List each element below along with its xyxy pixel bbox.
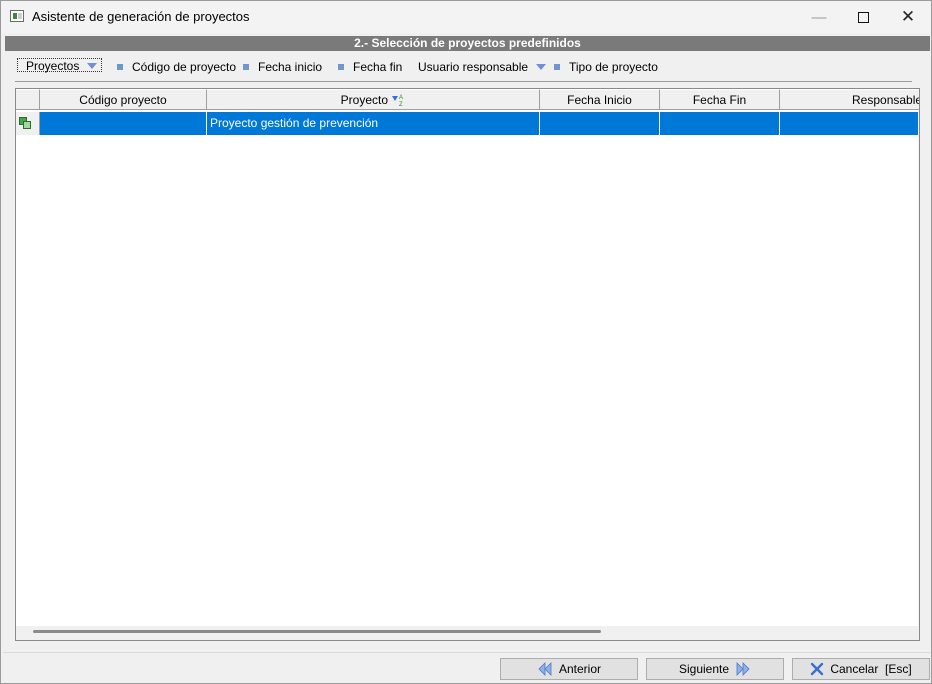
cell-fecha-fin[interactable]: [660, 112, 780, 135]
project-icon: [19, 117, 31, 129]
filter-proyectos-button[interactable]: Proyectos: [17, 58, 102, 73]
column-label: Fecha Fin: [692, 93, 747, 107]
row-indicator: [16, 112, 40, 135]
window-title: Asistente de generación de proyectos: [32, 9, 250, 24]
close-x-icon: [811, 662, 824, 676]
filter-label: Fecha fin: [353, 60, 403, 74]
cell-codigo[interactable]: [40, 112, 207, 135]
svg-text:Z: Z: [399, 102, 403, 107]
previous-button[interactable]: Anterior: [500, 658, 638, 680]
filter-label: Tipo de proyecto: [569, 60, 658, 74]
column-label: Responsable de: [852, 93, 920, 107]
table-row[interactable]: Proyecto gestión de prevención: [16, 112, 919, 135]
previous-label: Anterior: [558, 662, 602, 676]
filter-fecha-fin[interactable]: Fecha fin: [338, 59, 402, 75]
filter-label: Usuario responsable: [418, 60, 529, 74]
minimize-icon: —: [811, 8, 827, 26]
header-codigo-proyecto[interactable]: Código proyecto: [40, 89, 207, 110]
maximize-button[interactable]: [840, 1, 886, 33]
header-indicator: [16, 89, 40, 110]
projects-grid[interactable]: Código proyecto Proyecto A Z Fecha Inici…: [15, 88, 920, 641]
filter-proyectos-label: Proyectos: [26, 59, 80, 73]
svg-text:A: A: [399, 95, 403, 101]
cell-fecha-inicio[interactable]: [540, 112, 660, 135]
cell-proyecto[interactable]: Proyecto gestión de prevención: [207, 112, 540, 135]
column-label: Proyecto: [340, 93, 388, 107]
header-proyecto[interactable]: Proyecto A Z: [207, 89, 540, 110]
section-title: 2.- Selección de proyectos predefinidos: [5, 36, 930, 51]
double-chevron-left-icon: [538, 662, 552, 676]
header-fecha-inicio[interactable]: Fecha Inicio: [540, 89, 660, 110]
filter-bar: Proyectos Código de proyecto Fecha inici…: [5, 53, 930, 81]
double-chevron-right-icon: [736, 662, 750, 676]
sort-az-icon: A Z: [392, 95, 403, 108]
wizard-window: Asistente de generación de proyectos — ✕…: [0, 0, 932, 684]
grid-right-gutter: [918, 111, 919, 626]
bullet-icon: [243, 63, 249, 70]
divider: [15, 81, 912, 82]
chevron-down-icon: [87, 62, 98, 69]
app-icon: [10, 10, 24, 22]
maximize-icon: [857, 11, 869, 23]
close-button[interactable]: ✕: [885, 1, 931, 33]
footer-divider: [3, 652, 930, 653]
filter-label: Código de proyecto: [132, 60, 237, 74]
cancel-label: Cancelar [Esc]: [830, 662, 912, 676]
cell-responsable[interactable]: [780, 112, 919, 135]
header-fecha-fin[interactable]: Fecha Fin: [660, 89, 780, 110]
horizontal-scrollbar[interactable]: [16, 626, 919, 640]
column-label: Fecha Inicio: [567, 93, 632, 107]
next-button[interactable]: Siguiente: [646, 658, 784, 680]
next-label: Siguiente: [678, 662, 730, 676]
bullet-icon: [117, 63, 123, 70]
filter-fecha-inicio[interactable]: Fecha inicio: [243, 59, 322, 75]
bullet-icon: [554, 63, 560, 70]
title-bar: Asistente de generación de proyectos — ✕: [1, 1, 931, 33]
header-responsable[interactable]: Responsable de: [780, 89, 920, 110]
filter-codigo-proyecto[interactable]: Código de proyecto: [117, 59, 236, 75]
scrollbar-thumb[interactable]: [33, 630, 601, 633]
column-label: Código proyecto: [79, 93, 167, 107]
filter-tipo-proyecto[interactable]: Tipo de proyecto: [554, 59, 658, 75]
grid-header: Código proyecto Proyecto A Z Fecha Inici…: [16, 89, 920, 111]
minimize-button[interactable]: —: [796, 1, 842, 33]
filter-label: Fecha inicio: [258, 60, 323, 74]
chevron-down-icon: [536, 63, 547, 70]
filter-usuario-responsable[interactable]: Usuario responsable: [418, 59, 547, 75]
cancel-button[interactable]: Cancelar [Esc]: [792, 658, 930, 680]
bullet-icon: [338, 63, 344, 70]
close-icon: ✕: [900, 7, 916, 26]
